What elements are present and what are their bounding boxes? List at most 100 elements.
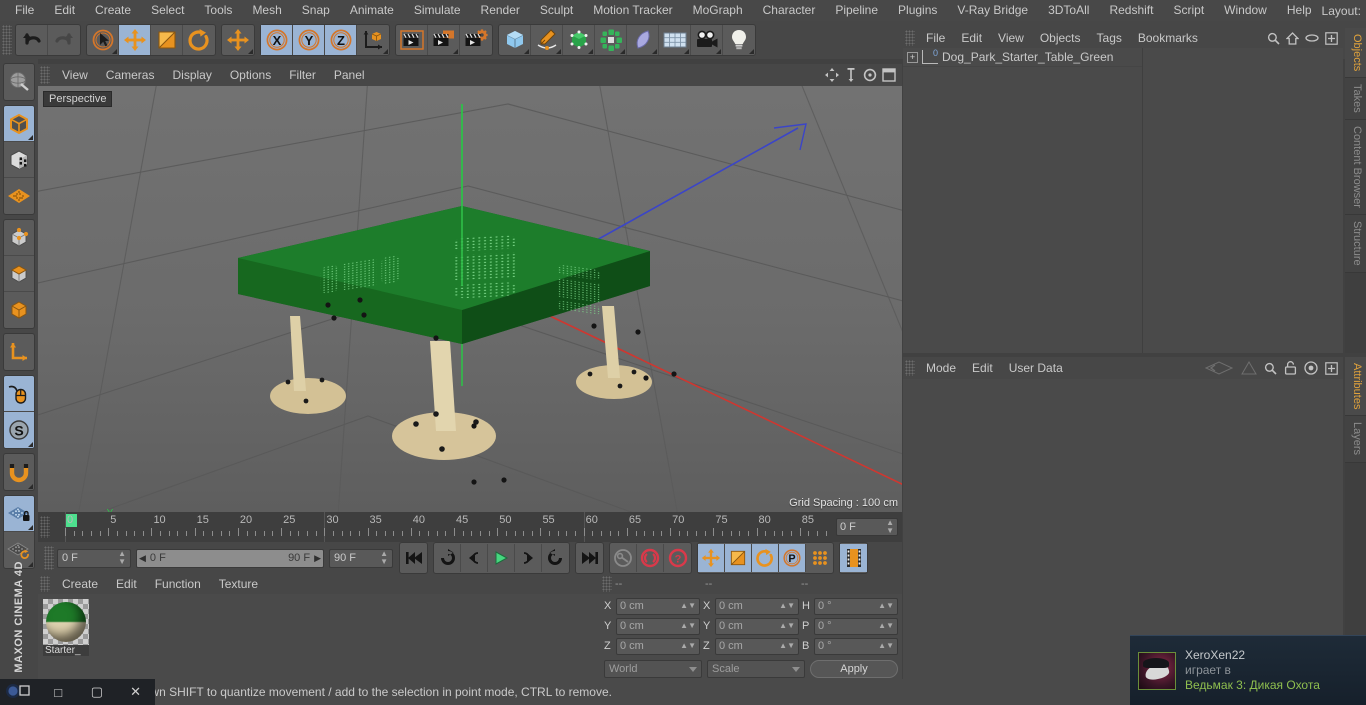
maximize-window-icon[interactable]: ▢ [78,684,117,700]
anim-end-frame-field[interactable]: 90 F ▲ ▼ [329,548,393,568]
viewport-menu-display[interactable]: Display [163,64,220,86]
material-swatch[interactable] [43,599,89,645]
add-mograph-button[interactable] [595,25,627,55]
object-menu-objects[interactable]: Objects [1032,28,1089,48]
go-to-end-button[interactable] [576,544,603,572]
rot-h-input[interactable]: 0 ° ▲▼ [814,597,898,615]
tab-objects[interactable]: Objects [1345,28,1366,79]
material-menu-edit[interactable]: Edit [107,574,146,594]
key-pla-button[interactable] [806,544,833,572]
autokeying-button[interactable] [610,544,637,572]
live-selection-tool[interactable] [87,25,119,55]
rot-b-input[interactable]: 0 ° ▲▼ [814,637,898,655]
keyframe-selection-button[interactable]: ? [664,544,691,572]
add-generator-button[interactable] [563,25,595,55]
lock-z-axis[interactable]: Z [325,25,357,55]
object-name[interactable]: Dog_Park_Starter_Table_Green [942,50,1113,64]
record-active-objects-button[interactable] [637,544,664,572]
menu-item-file[interactable]: File [5,0,44,21]
pos-y-input[interactable]: 0 cm ▲▼ [616,617,700,635]
timeline-track[interactable]: 051015202530354045505560657075808590 [53,512,832,542]
object-tree[interactable]: + 0 Dog_Park_Starter_Table_Green [903,48,1343,353]
render-region-button[interactable] [428,25,460,55]
timeline-grip[interactable] [40,516,50,538]
attributes-content[interactable] [903,379,1343,679]
menu-item-mesh[interactable]: Mesh [242,0,291,21]
material-item[interactable]: Starter_ [43,599,91,656]
menu-item-mograph[interactable]: MoGraph [683,0,753,21]
viewport-menu-panel[interactable]: Panel [325,64,374,86]
plus-box-icon[interactable] [1325,31,1338,45]
app-logo-icon[interactable] [0,683,39,702]
viewport-menu-options[interactable]: Options [221,64,280,86]
attributes-grip[interactable] [905,360,915,376]
object-grip[interactable] [905,30,915,46]
viewport-canvas[interactable]: Perspective Grid Spacing: 100 cm [38,86,902,512]
menu-item-edit[interactable]: Edit [44,0,85,21]
ellipse-icon[interactable] [1305,33,1319,43]
menu-item-animate[interactable]: Animate [340,0,404,21]
home-icon[interactable] [1286,31,1299,45]
menu-item-tools[interactable]: Tools [194,0,242,21]
key-position-button[interactable] [698,544,725,572]
search-icon[interactable] [1264,362,1277,375]
target-icon[interactable] [1304,361,1318,375]
material-menu-texture[interactable]: Texture [210,574,267,594]
toolbar-grip[interactable] [2,25,12,55]
viewport-menu-cameras[interactable]: Cameras [97,64,164,86]
tab-structure[interactable]: Structure [1345,214,1366,273]
viewport-rotate-icon[interactable] [863,68,877,82]
animbar-grip[interactable] [44,546,54,570]
anim-current-frame-field[interactable]: 0 F ▲ ▼ [57,548,131,568]
menu-item-select[interactable]: Select [141,0,194,21]
menu-item-create[interactable]: Create [85,0,141,21]
viewport-grip[interactable] [40,66,50,84]
snap-settings-button[interactable]: S [4,412,34,448]
object-menu-file[interactable]: File [918,28,953,48]
add-cube-button[interactable] [499,25,531,55]
key-rotation-button[interactable] [752,544,779,572]
attributes-menu-edit[interactable]: Edit [964,357,1001,379]
material-menu-function[interactable]: Function [146,574,210,594]
coordinate-system-toggle[interactable] [357,25,389,55]
close-window-icon[interactable]: ✕ [116,684,155,700]
play-backwards-button[interactable] [434,544,461,572]
add-deformer-button[interactable] [627,25,659,55]
steam-notification-toast[interactable]: XeroXen22 играет в Ведьмак 3: Дикая Охот… [1130,635,1366,705]
forward-nav-icon[interactable] [1241,361,1257,375]
material-menu-create[interactable]: Create [53,574,107,594]
spinner-icon[interactable]: ▲▼ [680,602,696,610]
translate-toggle[interactable] [222,25,254,55]
lock-y-axis[interactable]: Y [293,25,325,55]
viewport-menu-view[interactable]: View [53,64,97,86]
viewport-menu-filter[interactable]: Filter [280,64,325,86]
timeline-ruler[interactable]: 051015202530354045505560657075808590 0 F… [38,512,902,542]
viewport-maximize-icon[interactable] [882,68,896,82]
attributes-menu-user-data[interactable]: User Data [1001,357,1071,379]
coordinates-grip[interactable] [602,576,612,592]
magnet-tool-button[interactable] [4,454,34,490]
timeline-view-button[interactable] [840,544,867,572]
pos-z-input[interactable]: 0 cm ▲▼ [616,637,700,655]
redo-button[interactable] [48,25,80,55]
spinner-icon[interactable]: ▲▼ [886,519,894,535]
spinner-icon[interactable]: ▲▼ [680,622,696,630]
lock-workplane-button[interactable] [4,496,34,532]
material-grip[interactable] [40,576,50,592]
menu-item-plugins[interactable]: Plugins [888,0,947,21]
restore-window-icon[interactable]: □ [39,685,78,700]
object-menu-view[interactable]: View [990,28,1032,48]
object-menu-edit[interactable]: Edit [953,28,990,48]
tab-layers[interactable]: Layers [1345,416,1366,463]
expand-toggle-icon[interactable]: + [907,51,918,63]
spinner-icon[interactable]: ▲▼ [779,602,795,610]
menu-item-simulate[interactable]: Simulate [404,0,471,21]
search-icon[interactable] [1267,32,1280,45]
menu-item-redshift[interactable]: Redshift [1099,0,1163,21]
menu-item-vray-bridge[interactable]: V-Ray Bridge [947,0,1038,21]
key-scale-button[interactable] [725,544,752,572]
size-y-input[interactable]: 0 cm ▲▼ [715,617,799,635]
attributes-menu-mode[interactable]: Mode [918,357,964,379]
spinner-icon[interactable]: ▲▼ [680,642,696,650]
menu-item-motion-tracker[interactable]: Motion Tracker [583,0,682,21]
